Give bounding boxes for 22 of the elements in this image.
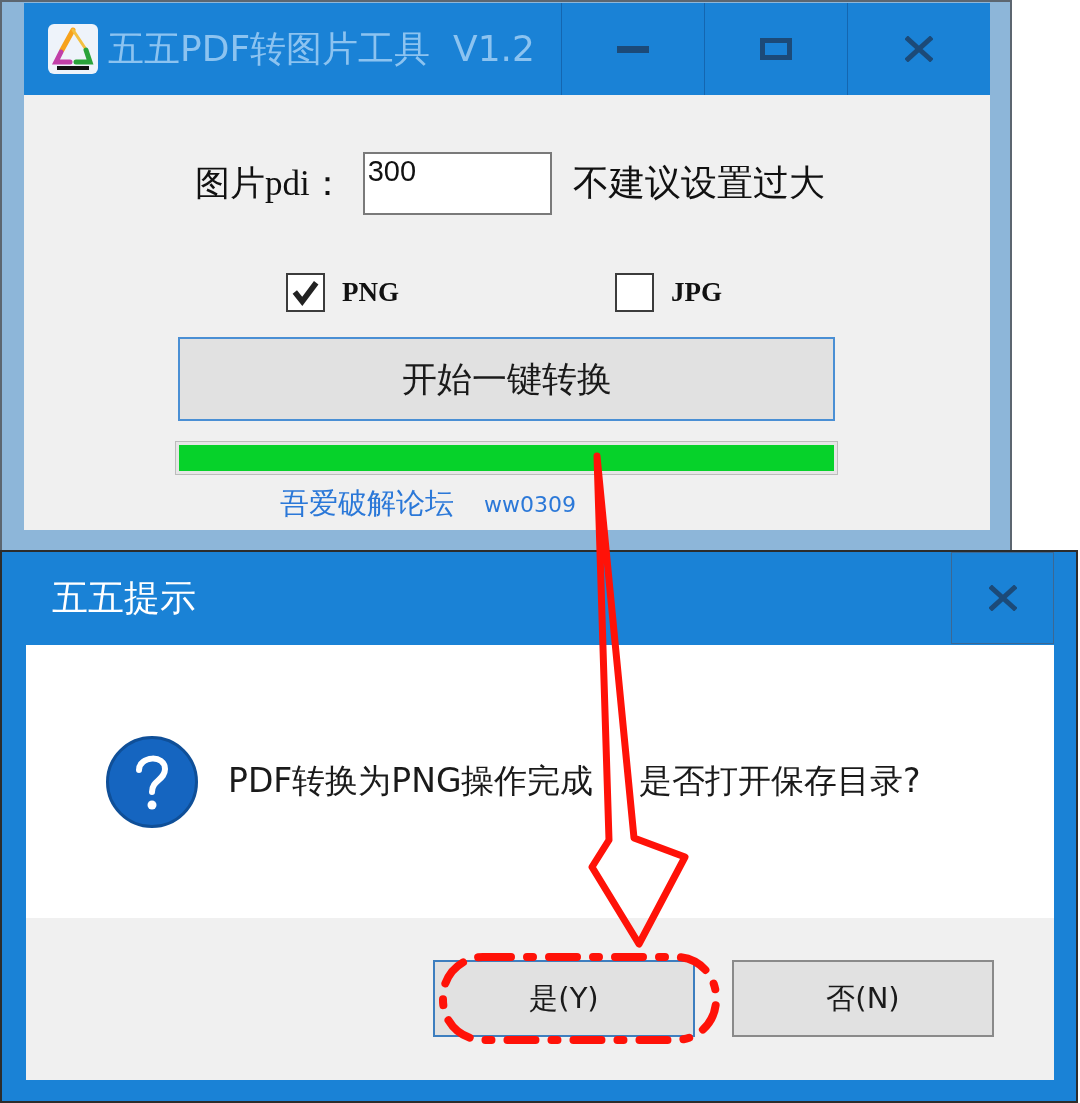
forum-link[interactable]: 吾爱破解论坛 [280,484,454,524]
format-label: PNG [342,276,399,308]
app-logo-icon [48,24,98,74]
author-link[interactable]: ww0309 [484,491,576,517]
format-label: JPG [671,276,722,308]
question-icon [106,735,198,828]
yes-button[interactable]: 是(Y) [433,960,695,1037]
maximize-icon [760,38,792,60]
format-checkbox[interactable] [615,272,654,312]
close-icon [905,36,933,62]
dpi-input-field[interactable]: 300 [362,152,552,215]
dpi-hint: 不建议设置过大 [572,161,825,205]
no-button[interactable]: 否(N) [732,960,994,1037]
dialog-close-button[interactable] [951,552,1054,644]
message-text: PDF转换为PNG操作完成 是否打开保存目录? [228,760,921,802]
dialog-title: 五五提示 [52,576,196,620]
convert-button[interactable]: 开始一键转换 [178,337,835,421]
dpi-label: 图片pdi： [195,163,345,205]
window-title: 五五PDF转图片工具 V1.2 [108,26,535,71]
close-icon [988,585,1017,611]
minimize-icon [617,45,649,53]
format-checkbox[interactable] [286,272,325,312]
